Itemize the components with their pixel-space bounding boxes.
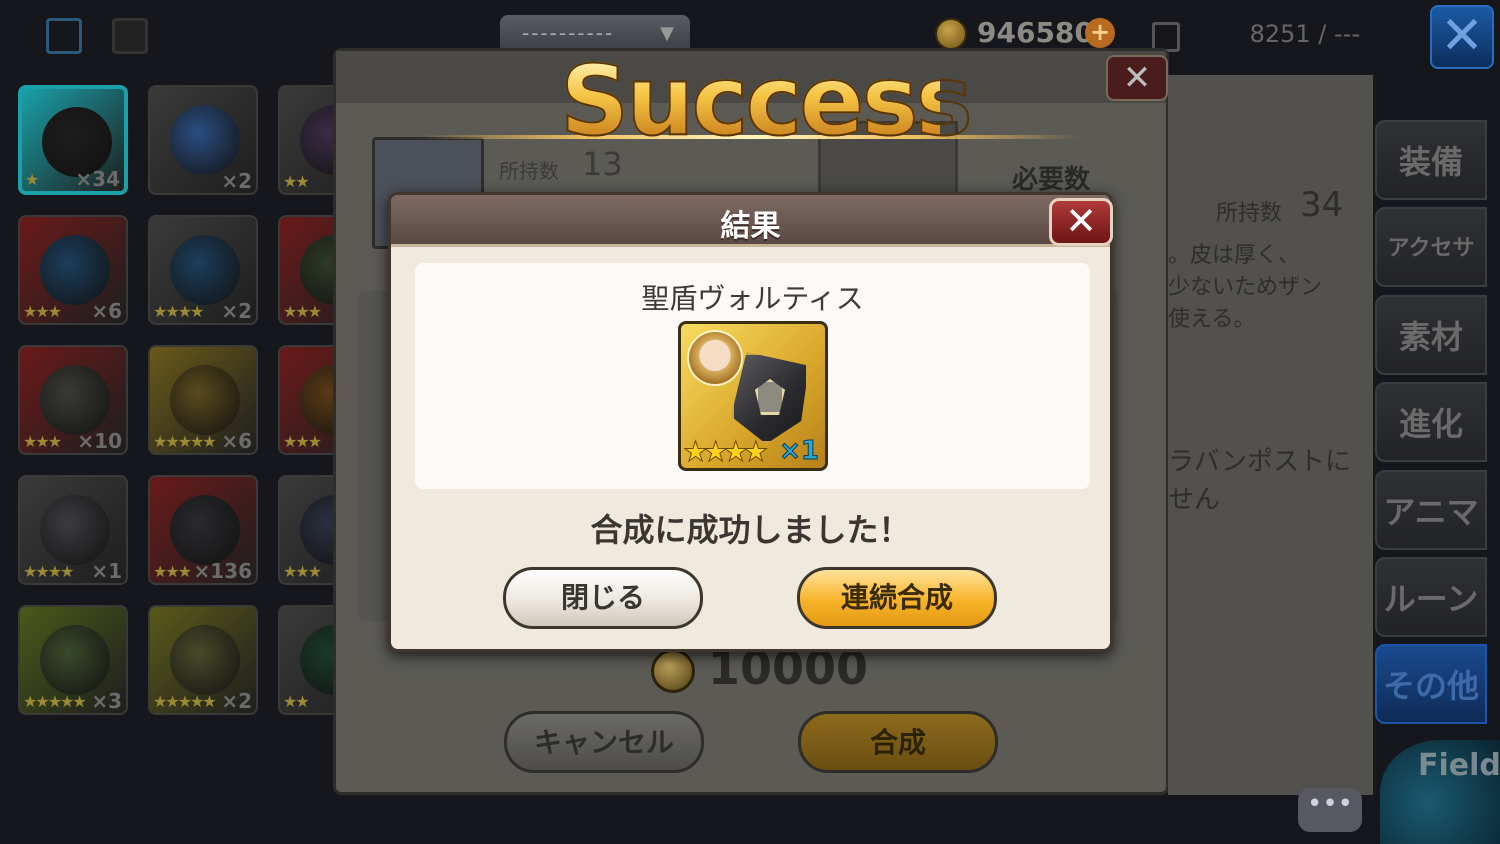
inventory-item[interactable]: ★★★ ×136 (148, 475, 258, 585)
currency-value: 946580 (977, 16, 1094, 49)
inventory-item[interactable]: ★★★★★ ×2 (148, 605, 258, 715)
item-art-icon (170, 235, 240, 305)
item-count: ×34 (75, 167, 120, 191)
side-tab[interactable]: 素材 (1375, 295, 1487, 375)
item-art-icon (170, 365, 240, 435)
item-art-icon (40, 625, 110, 695)
item-stars: ★★★★★ (153, 692, 217, 711)
result-item-icon[interactable]: ★★★★ ×1 (678, 321, 828, 471)
inventory-item[interactable]: ★★★ ×10 (18, 345, 128, 455)
item-rarity-stars: ★★★★ (682, 435, 768, 469)
field-label: Field (1418, 748, 1500, 783)
inventory-item[interactable]: ★★★★ ×2 (148, 215, 258, 325)
item-count: ×10 (77, 429, 122, 453)
close-button[interactable]: 閉じる (503, 567, 703, 629)
result-header: 結果 (391, 195, 1110, 247)
inventory-item[interactable]: ★★★★★ ×3 (18, 605, 128, 715)
character-portrait-icon (687, 330, 743, 386)
filter-dropdown-value: ---------- (522, 21, 615, 45)
item-count: ×6 (221, 429, 252, 453)
required-label: 必要数 (1012, 165, 1091, 195)
item-count: ×2 (221, 299, 252, 323)
result-close-button[interactable]: ✕ (1049, 198, 1113, 246)
item-quantity: ×1 (779, 436, 820, 467)
inventory-item[interactable]: ★★★ ×6 (18, 215, 128, 325)
inventory-item[interactable]: ×2 (148, 85, 258, 195)
item-count: ×2 (221, 169, 252, 193)
inventory-item[interactable]: ★★★★★ ×6 (148, 345, 258, 455)
item-art-icon (170, 105, 240, 175)
success-message: 合成に成功しました！ (590, 511, 911, 549)
item-stars: ★★ (283, 172, 310, 191)
item-count: ×136 (193, 559, 252, 583)
item-stars: ★ (25, 170, 39, 189)
item-description-extra: ラバンポストに せん (1168, 447, 1352, 515)
add-currency-button[interactable]: + (1085, 18, 1115, 48)
item-count: ×1 (91, 559, 122, 583)
side-tab[interactable]: 装備 (1375, 120, 1487, 200)
item-art-icon (170, 625, 240, 695)
item-stars: ★★★ (153, 562, 192, 581)
success-banner: Success (559, 45, 974, 157)
cancel-button[interactable]: キャンセル (504, 711, 704, 773)
continuous-synthesis-button[interactable]: 連続合成 (797, 567, 997, 629)
result-item-name: 聖盾ヴォルティス (641, 282, 864, 315)
chevron-down-icon: ▼ (660, 23, 676, 44)
item-description-panel: 所持数 34 。皮は厚く、 少ないためザン 使える。 ラバンポストに せん (1168, 75, 1373, 795)
item-stars: ★★★ (283, 432, 322, 451)
owned-label: 所持数 (499, 159, 559, 183)
item-count: ×3 (91, 689, 122, 713)
item-stars: ★★★ (283, 562, 322, 581)
side-tab[interactable]: ルーン (1375, 557, 1487, 637)
side-tab[interactable]: その他 (1375, 644, 1487, 724)
result-item-card: 聖盾ヴォルティス ★★★★ ×1 (415, 263, 1090, 489)
inventory-item[interactable]: ★ ×34 (18, 85, 128, 195)
item-stars: ★★★★★ (153, 432, 217, 451)
inventory-item[interactable]: ★★★★ ×1 (18, 475, 128, 585)
item-description: 。皮は厚く、 少ないためザン 使える。 (1168, 243, 1323, 332)
synthesize-button[interactable]: 合成 (798, 711, 998, 773)
item-stars: ★★ (283, 692, 310, 711)
item-stars: ★★★ (23, 302, 62, 321)
item-stars: ★★★★ (23, 562, 74, 581)
chat-button[interactable]: ••• (1298, 788, 1362, 832)
desc-owned-value: 34 (1300, 185, 1344, 225)
item-art-icon (40, 365, 110, 435)
item-art-icon (170, 495, 240, 565)
inventory-count: 8251 / --- (1249, 20, 1360, 48)
desc-owned-label: 所持数 (1216, 201, 1283, 226)
result-title: 結果 (720, 209, 781, 244)
side-tab[interactable]: 進化 (1375, 382, 1487, 462)
item-stars: ★★★★ (153, 302, 204, 321)
close-screen-button[interactable]: ✕ (1430, 5, 1494, 69)
item-count: ×6 (91, 299, 122, 323)
coin-icon (651, 649, 695, 693)
item-stars: ★★★ (283, 302, 322, 321)
side-tab[interactable]: アニマ (1375, 470, 1487, 550)
side-tab[interactable]: アクセサリ (1375, 207, 1487, 341)
item-stars: ★★★★★ (23, 692, 87, 711)
item-stars: ★★★ (23, 432, 62, 451)
list-view-icon[interactable] (112, 18, 148, 54)
grid-view-icon[interactable] (46, 18, 82, 54)
synthesis-close-button[interactable]: ✕ (1106, 55, 1168, 101)
item-art-icon (40, 495, 110, 565)
result-dialog: 結果 ✕ 聖盾ヴォルティス ★★★★ ×1 合成に成功しました！ 閉じる 連続合… (388, 192, 1113, 652)
item-count: ×2 (221, 689, 252, 713)
item-art-icon (40, 235, 110, 305)
